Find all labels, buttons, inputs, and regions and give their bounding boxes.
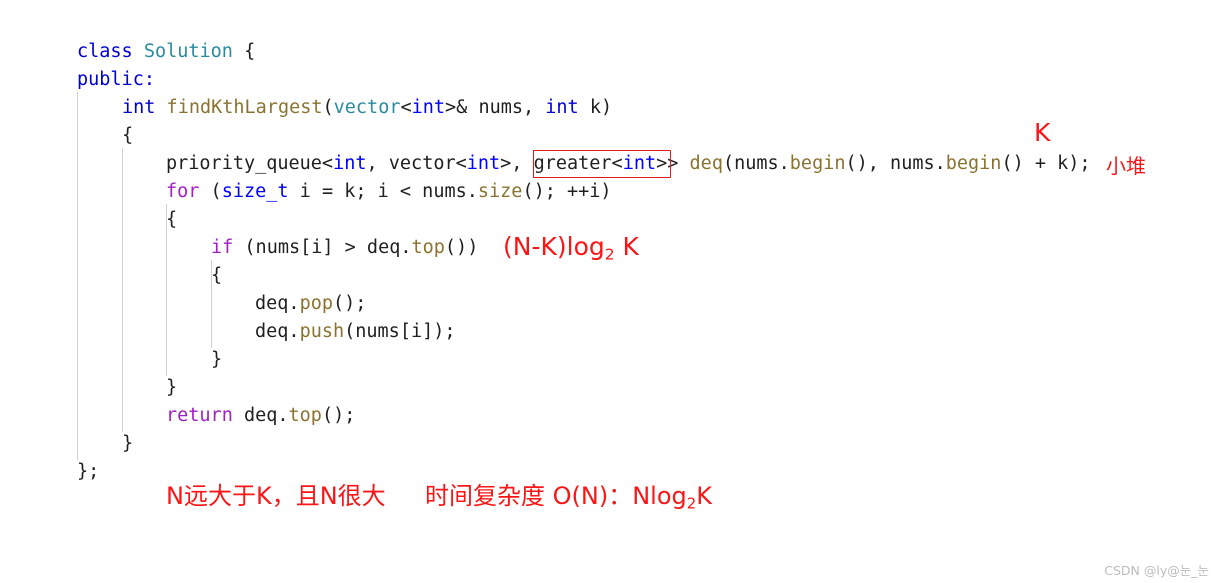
csdn-watermark: CSDN @ly@눈_눈 xyxy=(1104,563,1209,578)
token-fn-top-2: top xyxy=(288,405,322,426)
annotation-inner-complexity: (N-K)log2 K xyxy=(503,232,639,264)
annotation-time-complexity: 时间复杂度 O(N)：Nlog2K xyxy=(425,476,712,512)
token-keyword-class: class xyxy=(77,41,133,62)
annotation-time-sub: 2 xyxy=(686,494,697,513)
code-line-13: } xyxy=(166,374,177,402)
code-line-6: for (size_t i = k; i < nums.size(); ++i) xyxy=(166,178,612,206)
token-for-incr: (); ++i) xyxy=(522,181,612,202)
token-greater-close: > xyxy=(656,153,668,174)
code-line-2: public: xyxy=(77,66,155,94)
annotation-time-label: 时间复杂度 O(N)：Nlog xyxy=(425,482,687,510)
token-deq-1: deq. xyxy=(255,293,300,314)
code-line-12: } xyxy=(211,346,222,374)
token-int-2: int xyxy=(466,153,501,174)
token-fn-size: size xyxy=(477,181,523,202)
token-var-deq: deq xyxy=(689,153,723,174)
token-keyword-return: return xyxy=(166,405,233,426)
token-for-close-brace: } xyxy=(166,377,178,398)
token-if-close-brace: } xyxy=(211,349,223,370)
token-angle-open: < xyxy=(400,97,412,118)
token-if-close: ()) xyxy=(444,237,479,258)
code-line-16: }; xyxy=(77,458,99,486)
token-deq-2: deq. xyxy=(255,321,300,342)
code-line-15: } xyxy=(122,430,133,458)
code-line-1: class Solution { xyxy=(77,38,255,66)
token-template-close: > xyxy=(667,153,690,174)
token-type-size-t: size_t xyxy=(221,181,289,202)
token-fn-top-1: top xyxy=(411,237,445,258)
annotation-complexity-tail: K xyxy=(614,232,639,261)
token-paren: ( xyxy=(322,97,334,118)
token-keyword-if: if xyxy=(211,237,234,258)
annotation-complexity-sub: 2 xyxy=(604,245,615,264)
token-type-vector: vector xyxy=(333,97,401,118)
token-args-close: () + k); xyxy=(1001,153,1091,174)
code-line-9: { xyxy=(211,262,222,290)
token-greater: greater< xyxy=(533,153,623,174)
token-int-1: int xyxy=(333,153,367,174)
token-args-open: (nums. xyxy=(722,153,790,174)
token-priority-queue: priority_queue< xyxy=(166,153,334,174)
token-for-paren: ( xyxy=(199,181,222,202)
token-keyword-int-2: int xyxy=(545,97,579,118)
code-line-5: priority_queue<int, vector<int>, greater… xyxy=(166,150,1091,178)
token-vector-close: >, xyxy=(500,153,534,174)
code-line-11: deq.push(nums[i]); xyxy=(255,318,456,346)
indent-guide-level-1 xyxy=(77,92,78,460)
token-class-close: }; xyxy=(77,461,100,482)
token-keyword-public: public: xyxy=(77,69,155,90)
token-fn-close-brace: } xyxy=(122,433,134,454)
annotation-complexity-main: (N-K)log xyxy=(503,232,605,261)
token-param-k: k) xyxy=(578,97,613,118)
token-fn-pop: pop xyxy=(299,293,333,314)
token-open-brace: { xyxy=(122,125,134,146)
annotation-time-tail: K xyxy=(696,482,712,510)
code-line-8: if (nums[i] > deq.top()) xyxy=(211,234,478,262)
code-line-14: return deq.top(); xyxy=(166,402,355,430)
token-pop-args: (); xyxy=(332,293,367,314)
token-fn-begin-1: begin xyxy=(789,153,846,174)
token-return-close: (); xyxy=(321,405,356,426)
token-type-int: int xyxy=(411,97,446,118)
annotation-small-heap: 小堆 xyxy=(1106,154,1146,178)
token-for-cond: i = k; i < nums. xyxy=(288,181,478,202)
code-line-10: deq.pop(); xyxy=(255,290,366,318)
code-line-7: { xyxy=(166,206,177,234)
token-function-name: findKthLargest xyxy=(155,97,323,118)
token-if-open-brace: { xyxy=(211,265,223,286)
token-type-solution: Solution xyxy=(143,41,233,62)
indent-guide-level-2 xyxy=(122,148,123,432)
token-vector-open: , vector< xyxy=(366,153,467,174)
token-fn-push: push xyxy=(299,321,345,342)
token-push-args: (nums[i]); xyxy=(344,321,456,342)
token-for-open-brace: { xyxy=(166,209,178,230)
token-brace: { xyxy=(232,41,256,62)
code-line-3: int findKthLargest(vector<int>& nums, in… xyxy=(122,94,612,122)
token-int-3: int xyxy=(622,153,657,174)
token-if-cond: (nums[i] > deq. xyxy=(233,237,412,258)
token-args-mid: (), nums. xyxy=(845,153,946,174)
annotation-note: N远大于K，且N很大 xyxy=(166,482,386,510)
annotation-k-label: K xyxy=(1034,118,1051,147)
token-return-expr: deq. xyxy=(232,405,289,426)
token-keyword-for: for xyxy=(166,181,200,202)
token-keyword-int: int xyxy=(122,97,156,118)
token-param-nums: >& nums, xyxy=(445,97,546,118)
token-fn-begin-2: begin xyxy=(945,153,1002,174)
code-line-4: { xyxy=(122,122,133,150)
